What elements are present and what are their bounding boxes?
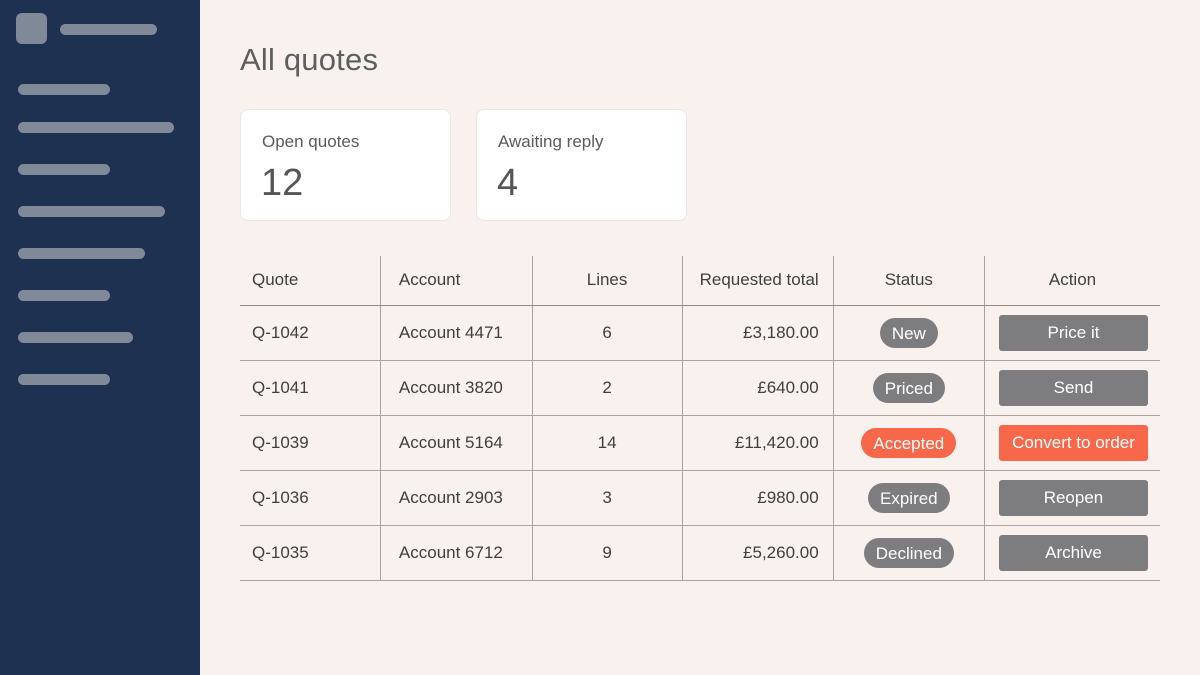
- line-count: 2: [531, 360, 683, 416]
- account-name: Account 4471: [379, 305, 533, 361]
- requested-total: £3,180.00: [681, 305, 834, 361]
- send-button[interactable]: Send: [998, 369, 1148, 406]
- quote-id: Q-1042: [240, 305, 381, 361]
- action-cell: Archive: [983, 525, 1160, 581]
- status-cell: Priced: [832, 360, 985, 416]
- column-header-lines[interactable]: Lines: [531, 256, 683, 306]
- line-count: 6: [531, 305, 683, 361]
- sidebar-item-8[interactable]: [18, 374, 110, 385]
- line-count: 14: [531, 415, 683, 471]
- archive-button[interactable]: Archive: [998, 534, 1148, 571]
- column-header-quote[interactable]: Quote: [240, 256, 381, 306]
- convert-to-order-button[interactable]: Convert to order: [998, 424, 1148, 461]
- line-count: 9: [531, 525, 683, 581]
- stat-value: 12: [261, 162, 304, 204]
- status-badge: New: [879, 317, 938, 348]
- requested-total: £640.00: [681, 360, 834, 416]
- table-row[interactable]: Q-1035 Account 6712 9 £5,260.00 Declined…: [240, 525, 1160, 581]
- status-cell: New: [832, 305, 985, 361]
- account-name: Account 3820: [379, 360, 533, 416]
- table-row[interactable]: Q-1036 Account 2903 3 £980.00 Expired Re…: [240, 470, 1160, 526]
- app-logo-placeholder[interactable]: [16, 13, 47, 44]
- requested-total: £980.00: [681, 470, 834, 526]
- action-cell: Reopen: [983, 470, 1160, 526]
- sidebar-item-3[interactable]: [18, 164, 110, 175]
- sidebar-item-1[interactable]: [18, 84, 110, 95]
- status-cell: Accepted: [832, 415, 985, 471]
- quote-id: Q-1041: [240, 360, 381, 416]
- price-it-button[interactable]: Price it: [998, 314, 1148, 351]
- table-row[interactable]: Q-1039 Account 5164 14 £11,420.00 Accept…: [240, 415, 1160, 471]
- status-cell: Declined: [832, 525, 985, 581]
- sidebar-item-6[interactable]: [18, 290, 110, 301]
- sidebar-item-7[interactable]: [18, 332, 133, 343]
- column-header-action: Action: [983, 256, 1160, 306]
- stat-label: Open quotes: [262, 132, 360, 151]
- status-cell: Expired: [832, 470, 985, 526]
- requested-total: £11,420.00: [681, 415, 834, 471]
- column-header-status[interactable]: Status: [832, 256, 985, 306]
- sidebar-item-5[interactable]: [18, 248, 145, 259]
- table-header-row: Quote Account Lines Requested total Stat…: [240, 256, 1160, 306]
- stat-card-open-quotes: Open quotes 12: [240, 109, 451, 221]
- column-header-requested-total[interactable]: Requested total: [681, 256, 834, 306]
- table-row[interactable]: Q-1041 Account 3820 2 £640.00 Priced Sen…: [240, 360, 1160, 416]
- quotes-table: Quote Account Lines Requested total Stat…: [240, 256, 1160, 581]
- app-name-placeholder: [60, 24, 157, 35]
- account-name: Account 2903: [379, 470, 533, 526]
- sidebar-item-4[interactable]: [18, 206, 165, 217]
- status-badge: Priced: [872, 372, 945, 403]
- account-name: Account 6712: [379, 525, 533, 581]
- line-count: 3: [531, 470, 683, 526]
- stat-card-awaiting-reply: Awaiting reply 4: [476, 109, 687, 221]
- stat-label: Awaiting reply: [498, 132, 604, 151]
- quote-id: Q-1036: [240, 470, 381, 526]
- status-badge: Accepted: [861, 427, 957, 458]
- sidebar: [0, 0, 200, 675]
- quote-id: Q-1035: [240, 525, 381, 581]
- table-row[interactable]: Q-1042 Account 4471 6 £3,180.00 New Pric…: [240, 305, 1160, 361]
- action-cell: Send: [983, 360, 1160, 416]
- reopen-button[interactable]: Reopen: [998, 479, 1148, 516]
- page-title: All quotes: [240, 42, 379, 77]
- requested-total: £5,260.00: [681, 525, 834, 581]
- account-name: Account 5164: [379, 415, 533, 471]
- action-cell: Price it: [983, 305, 1160, 361]
- status-badge: Declined: [863, 537, 954, 568]
- column-header-account[interactable]: Account: [379, 256, 533, 306]
- status-badge: Expired: [868, 482, 950, 513]
- stat-value: 4: [497, 162, 519, 204]
- action-cell: Convert to order: [983, 415, 1160, 471]
- quote-id: Q-1039: [240, 415, 381, 471]
- sidebar-item-2[interactable]: [18, 122, 174, 133]
